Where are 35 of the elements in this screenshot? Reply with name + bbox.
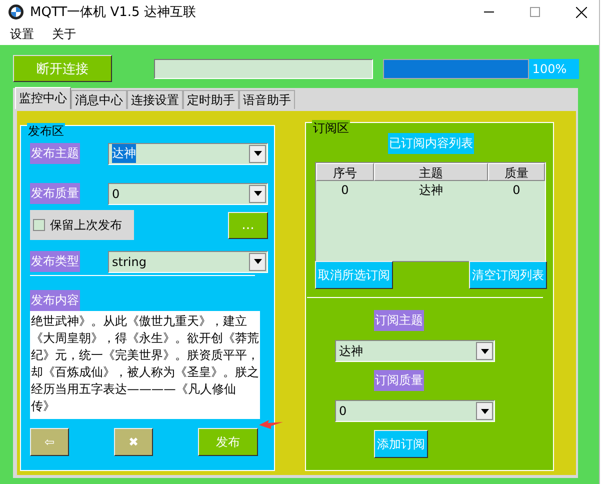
table-cell-text: 达神 — [418, 182, 444, 199]
tab[interactable]: 消息中心 — [71, 90, 127, 109]
table-cell-text: 0 — [340, 182, 350, 199]
group-title: 订阅区 — [312, 120, 350, 137]
field-label: 发布类型 — [30, 251, 80, 272]
menu-item[interactable]: 设置 — [10, 26, 34, 43]
content-text-area[interactable]: 绝世武神》。从此《傲世九重天》，建立《大周皇朝》，得《永生》。欲开创《莽荒纪》元，统一《完美世界》。朕资质平平，却《百炼成仙》，被人称为《圣皇》。朕之经历当用五字表达————《凡人修仙传》 — [30, 311, 260, 419]
status-field[interactable] — [154, 58, 373, 78]
table-cell-text: 0 — [512, 182, 522, 199]
list-title: 已订阅内容列表 — [388, 133, 474, 154]
topic-dropdown[interactable]: 达神 — [108, 142, 268, 164]
qos-dropdown[interactable]: 0 — [335, 400, 495, 422]
tab[interactable]: 监控中心 — [15, 87, 71, 109]
field-label: 订阅质量 — [374, 370, 424, 391]
column-header[interactable]: 主题 — [374, 163, 488, 181]
window-title: MQTT一体机 V1.5 达神互联 — [30, 4, 196, 21]
menu-item[interactable]: 关于 — [52, 26, 76, 43]
app-logo-icon — [8, 4, 24, 20]
arrow-icon — [259, 420, 283, 429]
column-header[interactable]: 序号 — [316, 163, 374, 181]
qos-dropdown[interactable]: 0 — [108, 182, 268, 204]
column-header[interactable]: 质量 — [488, 163, 545, 181]
close-icon[interactable] — [576, 6, 587, 18]
field-label: 发布主题 — [30, 143, 80, 164]
field-label: 发布质量 — [30, 183, 80, 204]
tab[interactable]: 语音助手 — [239, 90, 295, 109]
progress-label: 100% — [529, 58, 580, 78]
type-dropdown[interactable]: string — [108, 250, 268, 272]
field-label: 发布内容 — [30, 290, 80, 311]
maximize-icon[interactable] — [530, 7, 540, 17]
tab[interactable]: 定时助手 — [183, 90, 239, 109]
retain-checkbox[interactable]: 保留上次发布 — [30, 210, 134, 240]
topic-dropdown[interactable]: 达神 — [335, 340, 495, 362]
field-label: 订阅主题 — [374, 310, 424, 331]
tab[interactable]: 连接设置 — [127, 90, 183, 109]
